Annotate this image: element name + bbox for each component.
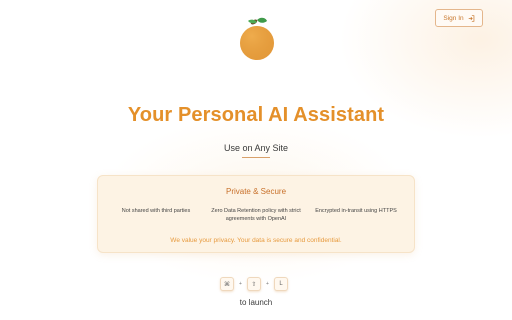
feature-encrypted: Encrypted in-transit using HTTPS	[315, 208, 397, 214]
key-plus: +	[266, 281, 269, 287]
privacy-features: Not shared with third parties Zero Data …	[98, 208, 414, 223]
launch-caption: to launch	[239, 298, 273, 307]
sign-in-icon	[468, 14, 474, 22]
sign-in-label: Sign In	[443, 14, 464, 22]
orange-logo-icon	[240, 17, 274, 60]
key-plus: +	[239, 281, 242, 287]
feature-not-shared: Not shared with third parties	[121, 208, 191, 214]
privacy-card: Private & Secure Not shared with third p…	[97, 175, 415, 253]
page-title: Your Personal AI Assistant	[127, 104, 385, 126]
page-subtitle: Use on Any Site	[223, 143, 289, 153]
sign-in-button[interactable]: Sign In	[435, 9, 483, 27]
privacy-note: We value your privacy. Your data is secu…	[170, 237, 342, 244]
keyboard-shortcut: ⌘ + ⇧ + L	[220, 276, 288, 292]
key-cmd: ⌘	[220, 277, 234, 291]
feature-zero-retention: Zero Data Retention policy with strict a…	[211, 208, 301, 222]
key-shift: ⇧	[247, 277, 261, 291]
key-l: L	[274, 277, 288, 291]
subtitle-underline	[242, 157, 270, 158]
privacy-card-title: Private & Secure	[225, 187, 287, 196]
